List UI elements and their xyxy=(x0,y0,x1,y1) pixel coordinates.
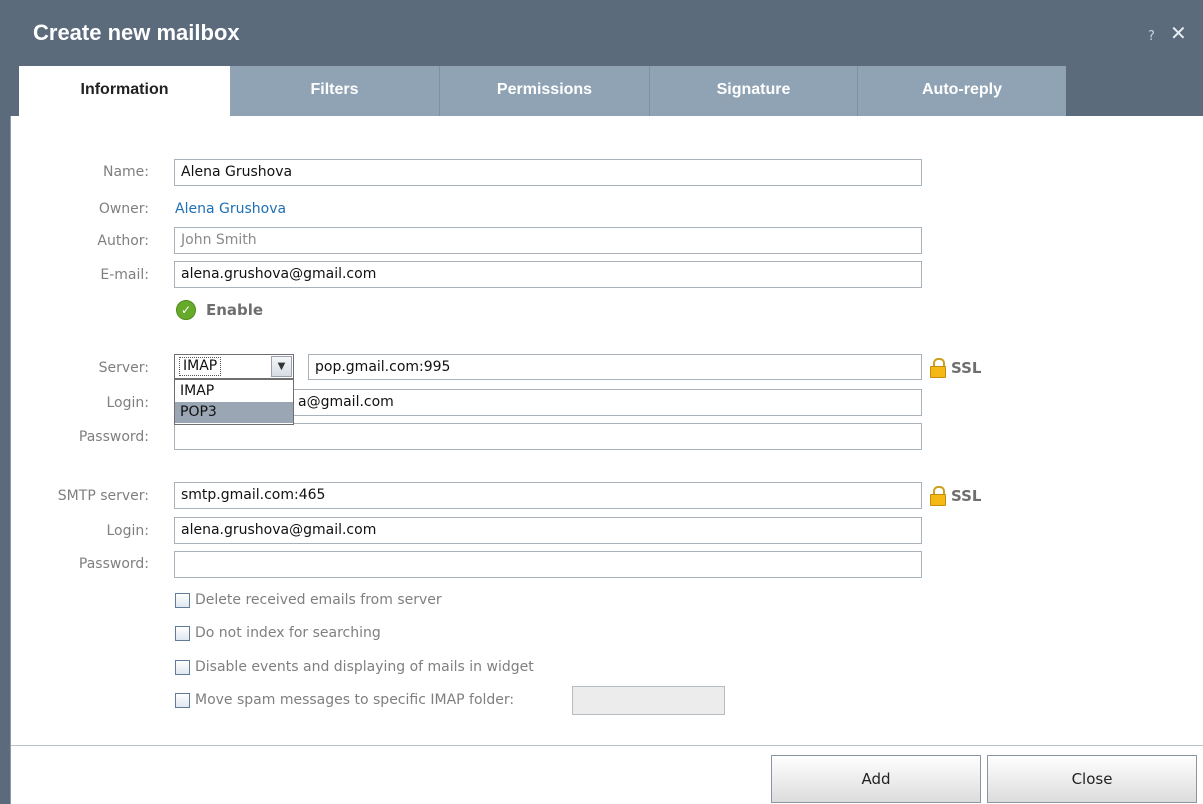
option-delete-received[interactable]: Delete received emails from server xyxy=(175,589,442,611)
tab-permissions[interactable]: Permissions xyxy=(440,66,650,116)
lock-icon xyxy=(929,358,947,378)
checkbox[interactable] xyxy=(175,692,190,708)
ssl-label: SSL xyxy=(951,359,982,377)
tab-information[interactable]: Information xyxy=(19,66,230,116)
protocol-dropdown: IMAP POP3 xyxy=(174,379,294,425)
password-label: Password: xyxy=(78,429,149,445)
checkbox[interactable] xyxy=(175,592,190,608)
option-label: Delete received emails from server xyxy=(195,592,442,608)
name-input[interactable]: Alena Grushova xyxy=(174,159,922,186)
email-input[interactable]: alena.grushova@gmail.com xyxy=(174,261,922,288)
server-label: Server: xyxy=(98,360,149,376)
footer-divider xyxy=(11,745,1203,746)
tab-filters[interactable]: Filters xyxy=(230,66,440,116)
checkbox[interactable] xyxy=(175,625,190,641)
tab-signature[interactable]: Signature xyxy=(650,66,858,116)
dialog-title: Create new mailbox xyxy=(33,20,240,45)
checkbox[interactable] xyxy=(175,659,190,675)
information-panel: Name: Alena Grushova Owner: Alena Grusho… xyxy=(10,116,1203,804)
name-label: Name: xyxy=(102,164,149,180)
help-icon[interactable]: ? xyxy=(1148,29,1155,44)
owner-label: Owner: xyxy=(98,201,149,217)
spam-folder-input[interactable] xyxy=(572,686,725,715)
email-label: E-mail: xyxy=(100,267,149,283)
smtp-password-input[interactable] xyxy=(174,551,922,578)
lock-icon xyxy=(929,486,947,506)
option-label: Move spam messages to specific IMAP fold… xyxy=(195,692,515,708)
tab-auto-reply[interactable]: Auto-reply xyxy=(858,66,1066,116)
ssl-label: SSL xyxy=(951,487,982,505)
option-label: Disable events and displaying of mails i… xyxy=(195,659,534,675)
smtp-login-label: Login: xyxy=(106,523,150,539)
close-icon[interactable]: ✕ xyxy=(1170,23,1187,43)
smtp-password-label: Password: xyxy=(78,556,149,572)
option-do-not-index[interactable]: Do not index for searching xyxy=(175,622,381,644)
create-mailbox-dialog: Create new mailbox ? ✕ Information Filte… xyxy=(0,0,1203,804)
login-label: Login: xyxy=(106,395,150,411)
author-label: Author: xyxy=(97,233,149,249)
smtp-server-label: SMTP server: xyxy=(57,488,149,504)
chevron-down-icon[interactable]: ▼ xyxy=(271,356,292,377)
option-disable-events[interactable]: Disable events and displaying of mails i… xyxy=(175,656,534,678)
option-label: Do not index for searching xyxy=(195,625,381,641)
owner-link[interactable]: Alena Grushova xyxy=(175,199,286,219)
add-button[interactable]: Add xyxy=(771,755,981,803)
ssl-toggle-smtp[interactable]: SSL xyxy=(929,484,982,508)
protocol-selected-value: IMAP xyxy=(179,357,222,376)
protocol-option-imap[interactable]: IMAP xyxy=(175,381,293,402)
protocol-select[interactable]: IMAP ▼ xyxy=(174,354,294,379)
check-circle-icon: ✓ xyxy=(176,300,196,320)
ssl-toggle-incoming[interactable]: SSL xyxy=(929,356,982,380)
enable-toggle[interactable]: ✓ Enable xyxy=(176,298,263,322)
author-input: John Smith xyxy=(174,227,922,254)
enable-label: Enable xyxy=(206,301,264,319)
dialog-titlebar: Create new mailbox ? ✕ xyxy=(0,0,1203,66)
option-move-spam[interactable]: Move spam messages to specific IMAP fold… xyxy=(175,689,514,711)
server-address-input[interactable]: pop.gmail.com:995 xyxy=(308,354,922,380)
close-button[interactable]: Close xyxy=(987,755,1197,803)
smtp-login-input[interactable]: alena.grushova@gmail.com xyxy=(174,517,922,544)
password-input[interactable] xyxy=(174,423,922,450)
smtp-server-input[interactable]: smtp.gmail.com:465 xyxy=(174,482,922,509)
protocol-option-pop3[interactable]: POP3 xyxy=(175,402,293,423)
